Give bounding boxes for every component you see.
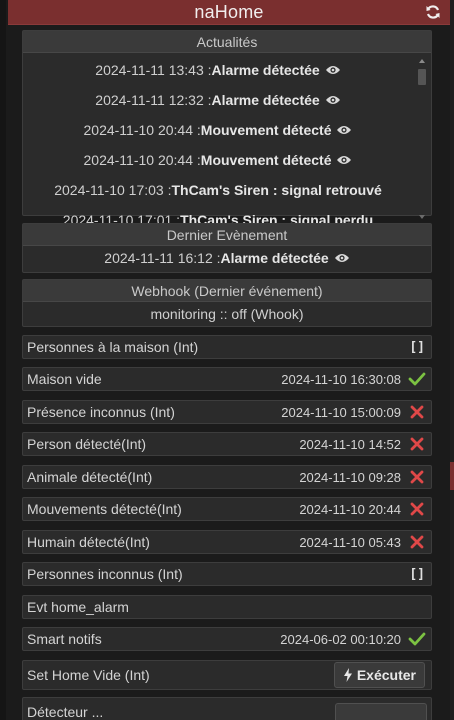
scroll-thumb[interactable] (418, 69, 426, 85)
row-label: Présence inconnus (Int) (27, 404, 175, 420)
news-item: 2024-11-10 17:03 : ThCam's Siren : signa… (54, 182, 382, 198)
eye-icon[interactable] (325, 94, 341, 106)
news-item: 2024-11-10 20:44 : Mouvement détecté (23, 145, 431, 175)
news-title: Actualités (23, 31, 431, 53)
row-smart-notifs: Smart notifs 2024-06-02 00:10:20 (22, 627, 432, 651)
right-gutter (450, 0, 454, 720)
row-animale-detecte: Animale détecté(Int) 2024-11-10 09:28 (22, 465, 432, 489)
news-item: 2024-11-10 20:44 : Mouvement détecté (23, 115, 431, 145)
news-item: 2024-11-11 13:43 : Alarme détectée (23, 55, 431, 85)
row-label: Person détecté(Int) (27, 436, 147, 452)
news-item: 2024-11-10 17:01 : ThCam's Siren : signa… (62, 212, 374, 223)
refresh-icon[interactable] (424, 3, 442, 21)
cross-icon (407, 467, 427, 487)
eye-icon[interactable] (336, 124, 352, 136)
eye-icon[interactable] (336, 154, 352, 166)
news-list[interactable]: 2024-11-11 13:43 : Alarme détectée 2024-… (23, 53, 431, 223)
webhook-value: monitoring :: off (Whook) (150, 306, 304, 322)
row-person-detecte: Person détecté(Int) 2024-11-10 14:52 (22, 432, 432, 456)
row-mouvements-detecte: Mouvements détecté(Int) 2024-11-10 20:44 (22, 497, 432, 521)
execute-button[interactable]: Exécuter (333, 662, 425, 688)
last-event-title: Dernier Evènement (23, 224, 431, 246)
left-gutter (0, 0, 6, 720)
row-label: Maison vide (27, 371, 102, 387)
row-value: 2024-11-10 16:30:08 (281, 371, 401, 387)
row-value: [] (409, 566, 425, 582)
scroll-down-arrow-icon[interactable] (419, 215, 425, 219)
row-label: Animale détecté(Int) (27, 469, 153, 485)
webhook-panel: Webhook (Dernier événement) monitoring :… (22, 279, 432, 327)
row-value: [] (409, 339, 425, 355)
row-label: Mouvements détecté(Int) (27, 501, 182, 517)
news-item: 2024-11-11 12:32 : Alarme détectée (23, 85, 431, 115)
app-title: naHome (194, 1, 264, 22)
row-value: 2024-11-10 14:52 (299, 436, 401, 452)
app-header: naHome (8, 0, 450, 25)
row-evt-home-alarm: Evt home_alarm (22, 595, 432, 619)
row-label: Personnes inconnus (Int) (27, 566, 183, 582)
row-value: 2024-11-10 20:44 (299, 501, 401, 517)
row-label: Evt home_alarm (27, 599, 129, 615)
row-detect-partial: Détecteur ... (22, 697, 432, 720)
last-event-line: 2024-11-11 16:12 : Alarme détectée (23, 246, 431, 270)
news-panel: Actualités 2024-11-11 13:43 : Alarme dét… (22, 30, 432, 223)
cross-icon (407, 402, 427, 422)
row-value: 2024-06-02 00:10:20 (280, 631, 401, 647)
row-value: 2024-11-10 05:43 (299, 534, 401, 550)
row-label: Set Home Vide (Int) (27, 667, 150, 683)
lightning-icon (343, 668, 352, 682)
row-label: Humain détecté(Int) (27, 534, 150, 550)
row-set-home-vide: Set Home Vide (Int) Exécuter (22, 660, 432, 690)
row-persons-home: Personnes à la maison (Int) [] (22, 335, 432, 359)
news-scrollbar[interactable] (417, 57, 427, 219)
check-icon (407, 369, 427, 389)
check-icon (407, 629, 427, 649)
row-label: Smart notifs (27, 631, 102, 647)
last-event-panel: Dernier Evènement 2024-11-11 16:12 : Ala… (22, 223, 432, 273)
webhook-title: Webhook (Dernier événement) (23, 280, 431, 302)
cross-icon (407, 499, 427, 519)
row-value: 2024-11-10 09:28 (299, 469, 401, 485)
row-value: 2024-11-10 15:00:09 (281, 404, 401, 420)
row-personnes-inconnus: Personnes inconnus (Int) [] (22, 562, 432, 586)
row-humain-detecte: Humain détecté(Int) 2024-11-10 05:43 (22, 530, 432, 554)
select-dropdown[interactable] (335, 703, 427, 720)
right-edge-tab[interactable] (450, 462, 454, 490)
row-label: Personnes à la maison (Int) (27, 339, 199, 355)
eye-icon[interactable] (325, 64, 341, 76)
eye-icon[interactable] (334, 252, 350, 264)
cross-icon (407, 532, 427, 552)
scroll-up-arrow-icon[interactable] (419, 59, 425, 63)
cross-icon (407, 434, 427, 454)
row-maison-vide: Maison vide 2024-11-10 16:30:08 (22, 367, 432, 391)
row-presence-inconnus: Présence inconnus (Int) 2024-11-10 15:00… (22, 400, 432, 424)
execute-button-label: Exécuter (356, 667, 416, 683)
